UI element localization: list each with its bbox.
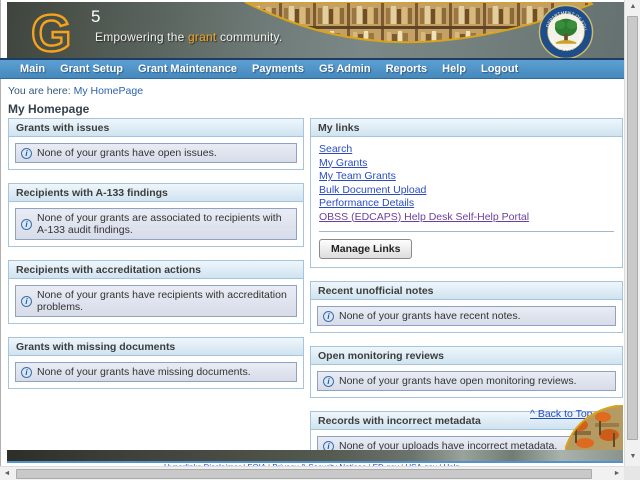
scroll-right-arrow-icon[interactable]: ►: [610, 467, 624, 480]
link-bulk-document-upload[interactable]: Bulk Document Upload: [319, 184, 614, 198]
breadcrumb-current-link[interactable]: My HomePage: [74, 85, 143, 97]
nav-item-payments[interactable]: Payments: [252, 63, 304, 75]
nav-item-grant-setup[interactable]: Grant Setup: [60, 63, 123, 75]
nav-item-logout[interactable]: Logout: [481, 63, 518, 75]
classroom-corner-image: [565, 405, 623, 450]
info-message-text: None of your grants have recipients with…: [37, 289, 287, 313]
info-message-text: None of your grants are associated to re…: [37, 212, 282, 236]
panel-title: Recipients with A-133 findings: [9, 184, 303, 202]
scrollbar-corner: [624, 466, 640, 480]
svg-text:G: G: [31, 5, 71, 58]
nav-item-g5-admin[interactable]: G5 Admin: [319, 63, 371, 75]
link-my-grants[interactable]: My Grants: [319, 157, 614, 171]
horizontal-scrollbar-thumb[interactable]: [16, 469, 592, 479]
link-my-team-grants[interactable]: My Team Grants: [319, 170, 614, 184]
footer-metal-bar: [7, 450, 623, 461]
info-icon: i: [323, 375, 334, 387]
scroll-up-arrow-icon[interactable]: ▲: [625, 0, 640, 14]
divider: [319, 231, 614, 232]
link-search[interactable]: Search: [319, 143, 614, 157]
link-obss-help-desk-portal[interactable]: OBSS (EDCAPS) Help Desk Self-Help Portal: [319, 211, 614, 225]
panel-open-monitoring-reviews: Open monitoring reviews i None of your g…: [310, 346, 623, 398]
panel-title: Recent unofficial notes: [311, 282, 622, 300]
page-title: My Homepage: [8, 102, 90, 116]
info-icon: i: [323, 310, 334, 322]
panel-grants-with-issues: Grants with issues i None of your grants…: [8, 118, 304, 170]
info-message-text: None of your grants have missing documen…: [37, 366, 251, 378]
panel-title: My links: [311, 119, 622, 137]
panel-recipients-a133-findings: Recipients with A-133 findings i None of…: [8, 183, 304, 247]
vertical-scrollbar[interactable]: ▲ ▼: [624, 0, 640, 466]
nav-item-reports[interactable]: Reports: [386, 63, 428, 75]
panel-title: Grants with issues: [9, 119, 303, 137]
info-message-text: None of your grants have open issues.: [37, 147, 217, 159]
link-performance-details[interactable]: Performance Details: [319, 197, 614, 211]
info-message-text: None of your grants have open monitoring…: [339, 375, 577, 387]
panel-title: Grants with missing documents: [9, 338, 303, 356]
svg-text:5: 5: [91, 7, 100, 26]
info-message: i None of your grants have missing docum…: [15, 362, 297, 382]
info-icon: i: [21, 147, 32, 159]
info-message: i None of your grants have open issues.: [15, 143, 297, 163]
panel-title: Recipients with accreditation actions: [9, 261, 303, 279]
banner-tagline: Empowering the grant community.: [95, 30, 283, 44]
panel-title: Open monitoring reviews: [311, 347, 622, 365]
panel-my-links: My links Search My Grants My Team Grants…: [310, 118, 623, 268]
info-icon: i: [21, 218, 32, 230]
info-icon: i: [21, 295, 32, 307]
nav-item-help[interactable]: Help: [442, 63, 466, 75]
horizontal-scrollbar[interactable]: ◄ ►: [0, 466, 624, 480]
nav-item-main[interactable]: Main: [20, 63, 45, 75]
scroll-down-arrow-icon[interactable]: ▼: [625, 450, 640, 464]
vertical-scrollbar-thumb[interactable]: [627, 16, 638, 440]
panel-recent-unofficial-notes: Recent unofficial notes i None of your g…: [310, 281, 623, 333]
breadcrumb-prefix: You are here:: [8, 85, 71, 97]
app-banner: f(x)·g(x) = ∫(2) G 5 Empow: [7, 2, 624, 58]
panel-recipients-accreditation-actions: Recipients with accreditation actions i …: [8, 260, 304, 324]
panel-grants-missing-documents: Grants with missing documents i None of …: [8, 337, 304, 389]
breadcrumb: You are here: My HomePage: [8, 85, 143, 97]
manage-links-button[interactable]: Manage Links: [319, 239, 413, 259]
main-navigation-bar: Main Grant Setup Grant Maintenance Payme…: [0, 58, 624, 79]
info-message-text: None of your grants have recent notes.: [339, 310, 521, 322]
info-message: i None of your grants have open monitori…: [317, 371, 616, 391]
info-icon: i: [21, 366, 32, 378]
left-column: Grants with issues i None of your grants…: [8, 118, 304, 402]
info-message: i None of your grants have recent notes.: [317, 306, 616, 326]
nav-item-grant-maintenance[interactable]: Grant Maintenance: [138, 63, 237, 75]
scroll-left-arrow-icon[interactable]: ◄: [0, 467, 14, 480]
info-message: i None of your grants have recipients wi…: [15, 285, 297, 317]
department-of-education-seal-icon: DEPARTMENT OF EDUCATION UNITED STATES OF…: [536, 4, 594, 58]
info-message: i None of your grants are associated to …: [15, 208, 297, 240]
